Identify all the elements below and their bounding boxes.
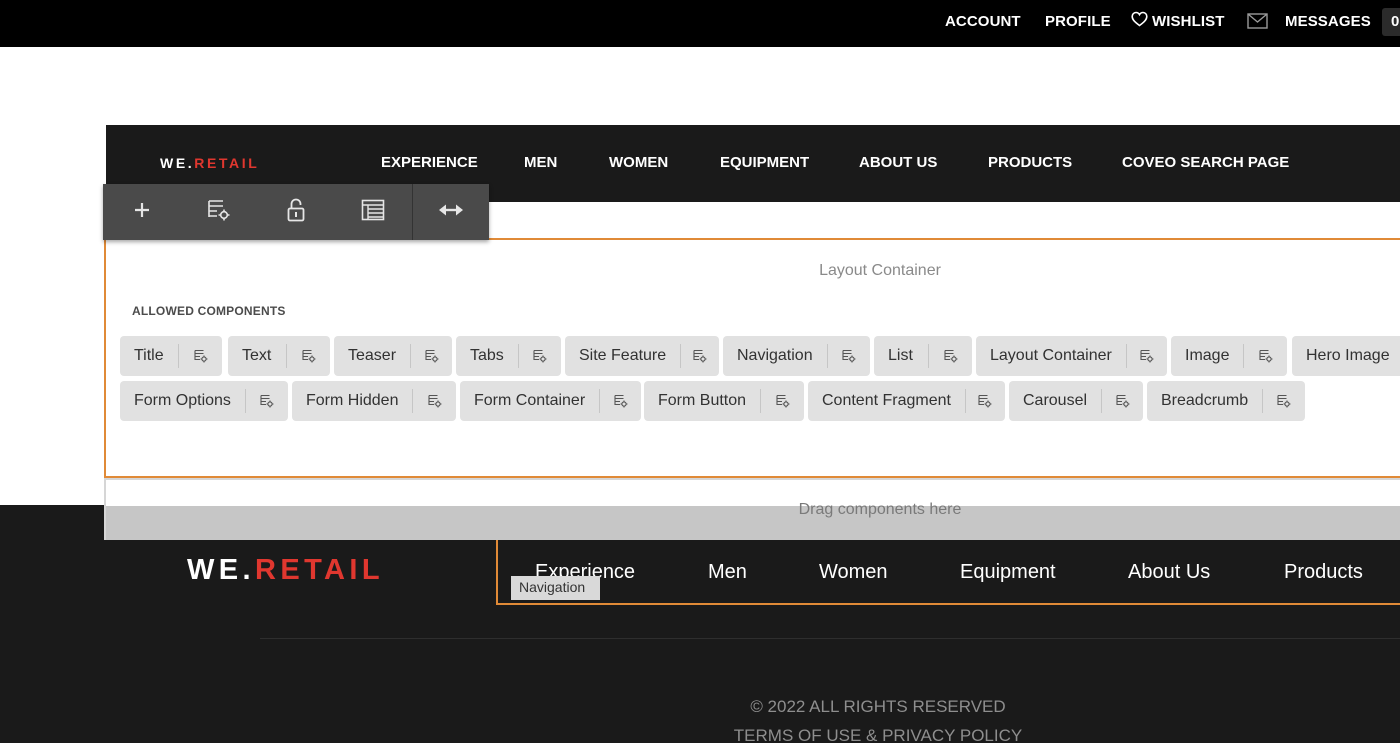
allowed-component-form-options[interactable]: Form Options [120, 381, 288, 421]
allowed-components-heading: ALLOWED COMPONENTS [132, 304, 286, 318]
policy-icon[interactable] [1262, 389, 1305, 413]
policy-icon[interactable] [760, 389, 804, 413]
component-label: Hero Image [1306, 347, 1390, 364]
editor-toolbar [103, 184, 489, 240]
policy-icon[interactable] [1125, 344, 1167, 368]
component-label: Layout Container [990, 347, 1112, 364]
component-label: Title [134, 347, 164, 364]
policy-button[interactable] [180, 184, 257, 240]
allowed-component-form-hidden[interactable]: Form Hidden [292, 381, 456, 421]
component-label: Content Fragment [822, 392, 951, 409]
policy-icon[interactable] [517, 344, 561, 368]
plus-icon [133, 201, 151, 224]
drag-components-dropzone[interactable]: Drag components here [104, 478, 1400, 540]
navigation-component-label: Navigation [511, 576, 600, 600]
policy-icon[interactable] [244, 389, 288, 413]
policy-icon[interactable] [1101, 389, 1143, 413]
allowed-component-text[interactable]: Text [228, 336, 330, 376]
component-label: Form Container [474, 392, 586, 409]
nav-men[interactable]: MEN [524, 154, 557, 171]
footer-nav-women[interactable]: Women [819, 561, 888, 584]
allowed-component-layout-container[interactable]: Layout Container [976, 336, 1167, 376]
envelope-icon[interactable] [1247, 13, 1268, 34]
policy-icon[interactable] [680, 344, 719, 368]
policy-icon[interactable] [964, 389, 1005, 413]
component-label: Tabs [470, 347, 504, 364]
allowed-component-site-feature[interactable]: Site Feature [565, 336, 719, 376]
component-label: List [888, 347, 913, 364]
nav-about-us[interactable]: ABOUT US [859, 154, 937, 171]
component-label: Form Hidden [306, 392, 399, 409]
nav-experience[interactable]: EXPERIENCE [381, 154, 478, 171]
allowed-component-hero-image[interactable]: Hero Image [1292, 336, 1400, 376]
layout-mode-button[interactable] [412, 184, 489, 240]
footer-divider [260, 638, 1400, 639]
policy-icon [207, 199, 231, 226]
allowed-component-list[interactable]: List [874, 336, 972, 376]
drag-components-text: Drag components here [798, 501, 962, 518]
footer-nav-equipment[interactable]: Equipment [960, 561, 1056, 584]
copyright-text: © 2022 ALL RIGHTS RESERVED [750, 697, 1006, 716]
terms-privacy-link[interactable]: TERMS OF USE & PRIVACY POLICY [0, 726, 1400, 746]
policy-icon[interactable] [599, 389, 641, 413]
component-label: Navigation [737, 347, 813, 364]
component-label: Carousel [1023, 392, 1088, 409]
layout-container-title: Layout Container [819, 262, 941, 279]
account-link[interactable]: ACCOUNT [945, 13, 1021, 30]
policy-icon[interactable] [286, 344, 330, 368]
messages-link[interactable]: MESSAGES [1285, 13, 1371, 30]
allowed-component-image[interactable]: Image [1171, 336, 1287, 376]
policy-icon[interactable] [928, 344, 972, 368]
unlock-icon [287, 198, 305, 227]
component-label: Site Feature [579, 347, 667, 364]
nav-women[interactable]: WOMEN [609, 154, 668, 171]
component-label: Image [1185, 347, 1230, 364]
policy-icon[interactable] [826, 344, 870, 368]
policy-icon[interactable] [1243, 344, 1287, 368]
heart-icon[interactable] [1131, 11, 1148, 32]
nav-coveo-search-page[interactable]: COVEO SEARCH PAGE [1122, 154, 1289, 171]
profile-link[interactable]: PROFILE [1045, 13, 1111, 30]
allowed-component-teaser[interactable]: Teaser [334, 336, 452, 376]
resize-horizontal-icon [438, 203, 464, 222]
footer-logo[interactable]: WE.RETAIL [187, 554, 384, 587]
layout-container[interactable]: Layout Container ALLOWED COMPONENTS Titl… [104, 238, 1400, 478]
footer-nav-men[interactable]: Men [708, 561, 747, 584]
nav-equipment[interactable]: EQUIPMENT [720, 154, 809, 171]
policy-icon[interactable] [412, 389, 456, 413]
layout-table-button[interactable] [334, 184, 411, 240]
allowed-component-navigation[interactable]: Navigation [723, 336, 870, 376]
allowed-component-form-button[interactable]: Form Button [644, 381, 804, 421]
component-label: Teaser [348, 347, 397, 364]
unlock-structure-button[interactable] [257, 184, 334, 240]
allowed-component-tabs[interactable]: Tabs [456, 336, 561, 376]
component-label: Text [242, 347, 272, 364]
wishlist-link[interactable]: WISHLIST [1152, 13, 1224, 30]
footer-nav-about-us[interactable]: About Us [1128, 561, 1210, 584]
policy-icon[interactable] [178, 344, 222, 368]
table-icon [361, 199, 385, 226]
allowed-component-title[interactable]: Title [120, 336, 222, 376]
component-label: Form Button [658, 392, 747, 409]
allowed-component-content-fragment[interactable]: Content Fragment [808, 381, 1005, 421]
nav-products[interactable]: PRODUCTS [988, 154, 1072, 171]
component-label: Breadcrumb [1161, 392, 1249, 409]
messages-count-badge: 0 [1382, 8, 1400, 36]
component-label: Form Options [134, 392, 231, 409]
allowed-component-carousel[interactable]: Carousel [1009, 381, 1143, 421]
policy-icon[interactable] [410, 344, 452, 368]
insert-component-button[interactable] [103, 184, 180, 240]
allowed-component-breadcrumb[interactable]: Breadcrumb [1147, 381, 1305, 421]
allowed-component-form-container[interactable]: Form Container [460, 381, 641, 421]
utility-bar: ACCOUNT PROFILE WISHLIST MESSAGES 0 [0, 0, 1400, 47]
header-logo[interactable]: WE.RETAIL [160, 155, 259, 171]
footer-nav-products[interactable]: Products [1284, 561, 1363, 584]
